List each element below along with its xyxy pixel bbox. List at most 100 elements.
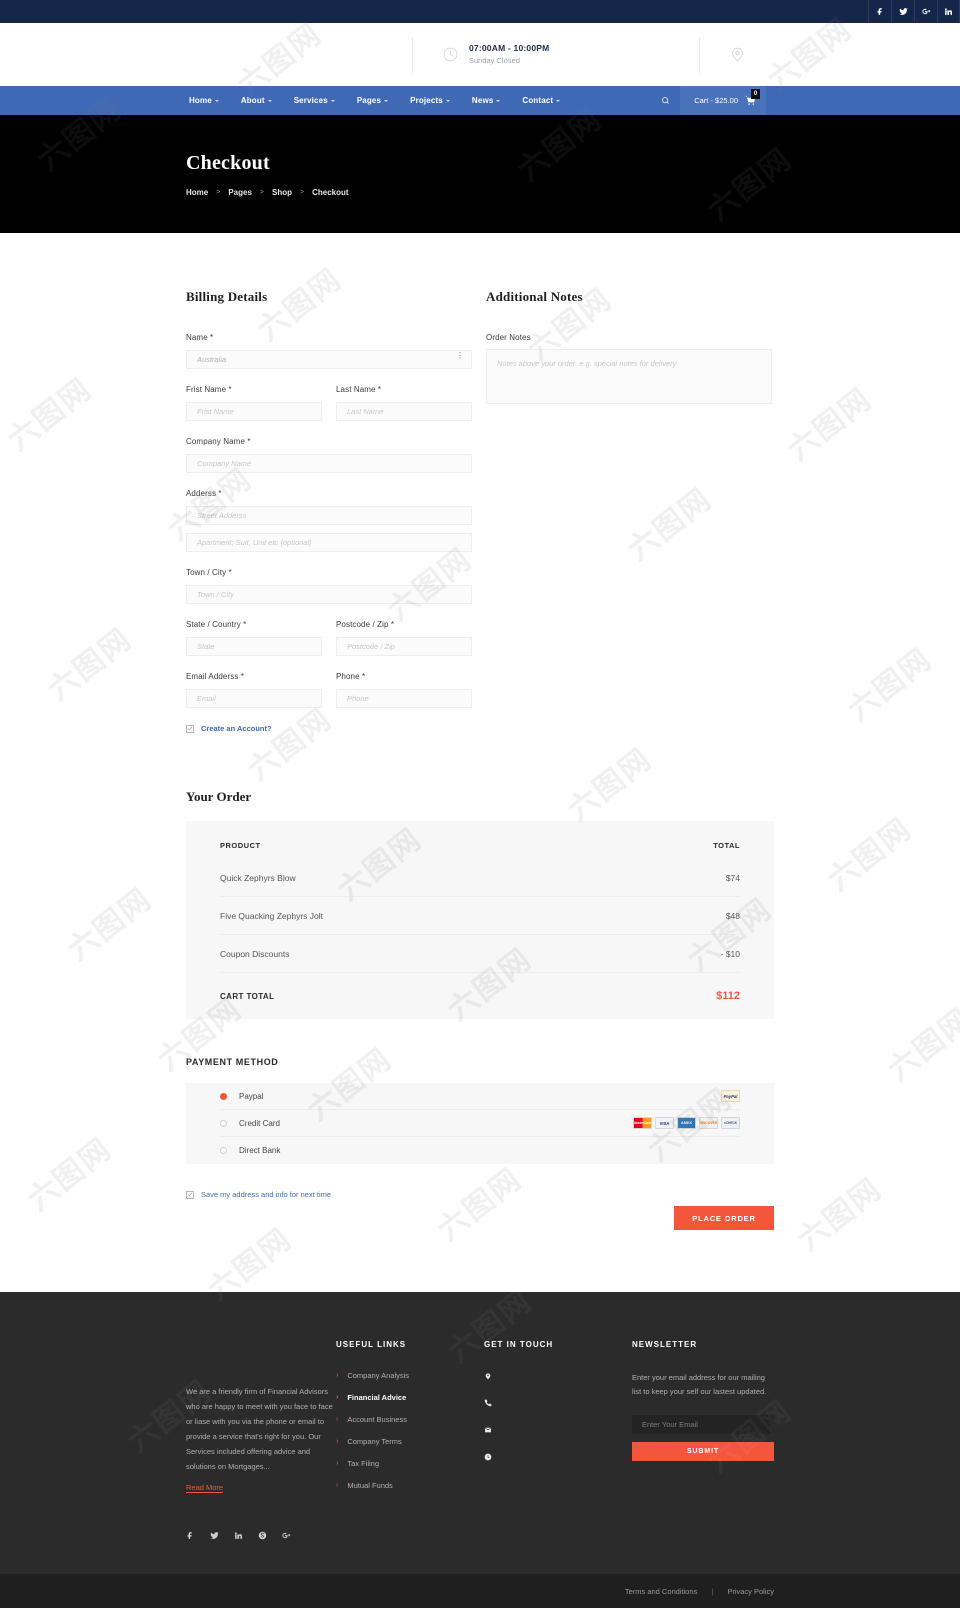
footer-link-label: Tax Filing	[347, 1459, 380, 1468]
chevron-right-icon: ›	[336, 1438, 339, 1445]
footer-bottom-bar: Terms and Conditions | Privacy Policy	[0, 1574, 960, 1608]
direct-bank-label: Direct Bank	[239, 1146, 281, 1155]
paypal-logo-icon: PayPal	[721, 1090, 740, 1102]
breadcrumb-item-pages[interactable]: Pages	[228, 188, 252, 197]
breadcrumb-item-shop[interactable]: Shop	[272, 188, 292, 197]
save-address-label: Save my address and info for next time	[201, 1190, 332, 1199]
address-label: Adderss *	[186, 489, 222, 498]
privacy-link[interactable]: Privacy Policy	[727, 1587, 774, 1596]
google-plus-icon[interactable]	[282, 1531, 291, 1540]
phone-icon	[484, 1398, 492, 1409]
country-select[interactable]: Australia	[186, 350, 472, 369]
last-name-input[interactable]	[336, 402, 472, 421]
contact-email	[484, 1425, 632, 1436]
nav-label: About	[240, 96, 265, 105]
create-account-checkbox[interactable]	[186, 724, 194, 733]
get-in-touch-title: GET IN TOUCH	[484, 1340, 554, 1349]
twitter-icon[interactable]	[891, 0, 914, 23]
read-more-link[interactable]: Read More	[186, 1483, 224, 1493]
state-input[interactable]	[186, 637, 322, 656]
nav-item-home[interactable]: Home	[178, 86, 230, 115]
nav-item-projects[interactable]: Projects	[399, 86, 461, 115]
column-header-total: TOTAL	[713, 840, 740, 850]
footer-link-tax-filing[interactable]: › Tax Filing	[336, 1459, 484, 1468]
facebook-icon[interactable]	[186, 1531, 195, 1540]
nav-item-about[interactable]: About	[230, 86, 283, 115]
shopping-cart-icon: 0	[745, 89, 760, 106]
first-name-input[interactable]	[186, 402, 322, 421]
twitter-icon[interactable]	[210, 1531, 219, 1540]
paypal-radio[interactable]	[220, 1092, 227, 1100]
apartment-input[interactable]	[186, 533, 472, 552]
linkedin-icon[interactable]	[937, 0, 960, 23]
nav-item-services[interactable]: Services	[283, 86, 346, 115]
chevron-down-icon	[330, 100, 335, 102]
save-address-checkbox[interactable]	[186, 1190, 194, 1199]
payment-option-credit-card[interactable]: Credit Card MasterCard VISA AMEX DISCOVE…	[220, 1110, 740, 1137]
main-navigation: Home About Services Pages Projects News …	[0, 86, 960, 115]
nav-right-tools: Cart - $25.00 0	[650, 86, 766, 115]
site-footer: We are a friendly firm of Financial Advi…	[0, 1292, 960, 1574]
email-label: Email Adderss *	[186, 672, 244, 681]
additional-notes-section: Additional Notes Order Notes	[486, 289, 772, 733]
nav-item-contact[interactable]: Contact	[511, 86, 571, 115]
town-input[interactable]	[186, 585, 472, 604]
email-input[interactable]	[186, 689, 322, 708]
footer-newsletter-column: NEWSLETTER Enter your email address for …	[632, 1340, 774, 1540]
breadcrumb-item-home[interactable]: Home	[186, 188, 208, 197]
footer-link-account-business[interactable]: › Account Business	[336, 1415, 484, 1424]
cart-count-badge: 0	[751, 89, 760, 99]
town-label: Town / City *	[186, 568, 232, 577]
hours-title: 07:00AM - 10:00PM	[469, 42, 550, 53]
breadcrumb-item-checkout[interactable]: Checkout	[312, 188, 348, 197]
facebook-icon[interactable]	[868, 0, 891, 23]
product-name: Quick Zephyrs Blow	[220, 872, 296, 883]
clock-icon	[441, 45, 460, 64]
main-content: Billing Details Name * Australia ⋮ Frist…	[0, 233, 960, 1292]
footer-about-text: We are a friendly firm of Financial Advi…	[186, 1387, 333, 1471]
postcode-input[interactable]	[336, 637, 472, 656]
cart-button[interactable]: Cart - $25.00 0	[680, 86, 766, 115]
payment-option-paypal[interactable]: Paypal PayPal	[220, 1083, 740, 1110]
direct-bank-radio[interactable]	[220, 1147, 227, 1154]
company-input[interactable]	[186, 454, 472, 473]
nav-label: Projects	[410, 96, 443, 105]
order-notes-textarea[interactable]	[486, 349, 772, 404]
place-order-button[interactable]: PLACE ORDER	[674, 1206, 774, 1230]
credit-card-label: Credit Card	[239, 1118, 280, 1128]
chevron-right-icon: ›	[336, 1372, 339, 1379]
newsletter-submit-button[interactable]: SUBMIT	[632, 1441, 774, 1461]
company-label: Company Name *	[186, 437, 251, 446]
skype-icon[interactable]	[258, 1531, 267, 1540]
business-hours-info: 07:00AM - 10:00PM Sunday Closed	[412, 36, 577, 73]
page-title: Checkout	[186, 151, 270, 174]
page-header-banner: Checkout Home > Pages > Shop > Checkout	[0, 115, 960, 233]
state-label: State / Country *	[186, 620, 247, 629]
field-first-last-name: Frist Name * Last Name *	[186, 385, 472, 421]
first-name-label: Frist Name *	[186, 385, 232, 394]
footer-link-mutual-funds[interactable]: › Mutual Funds	[336, 1481, 484, 1490]
create-account-row[interactable]: Create an Account?	[186, 724, 472, 733]
save-address-row[interactable]: Save my address and info for next time	[186, 1190, 331, 1199]
your-order-section: Your Order PRODUCT TOTAL Quick Zephyrs B…	[186, 789, 774, 1019]
nav-item-news[interactable]: News	[461, 86, 512, 115]
newsletter-email-input[interactable]	[632, 1414, 774, 1434]
chevron-right-icon: ›	[336, 1460, 339, 1467]
street-address-input[interactable]	[186, 506, 472, 525]
nav-item-pages[interactable]: Pages	[346, 86, 399, 115]
footer-link-company-terms[interactable]: › Company Terms	[336, 1437, 484, 1446]
payment-method-title: PAYMENT METHOD	[186, 1057, 279, 1067]
terms-link[interactable]: Terms and Conditions	[625, 1587, 698, 1596]
google-plus-icon[interactable]	[914, 0, 937, 23]
field-town: Town / City *	[186, 568, 472, 604]
chevron-right-icon: ›	[336, 1416, 339, 1423]
search-icon[interactable]	[650, 86, 680, 115]
footer-link-financial-advice[interactable]: › Financial Advice	[336, 1393, 484, 1402]
linkedin-icon[interactable]	[234, 1531, 243, 1540]
payment-option-direct-bank[interactable]: Direct Bank	[220, 1137, 740, 1164]
credit-card-radio[interactable]	[220, 1119, 227, 1127]
chevron-down-icon	[267, 100, 272, 102]
last-name-label: Last Name *	[336, 385, 382, 394]
phone-input[interactable]	[336, 689, 472, 708]
footer-link-company-analysis[interactable]: › Company Analysis	[336, 1371, 484, 1380]
